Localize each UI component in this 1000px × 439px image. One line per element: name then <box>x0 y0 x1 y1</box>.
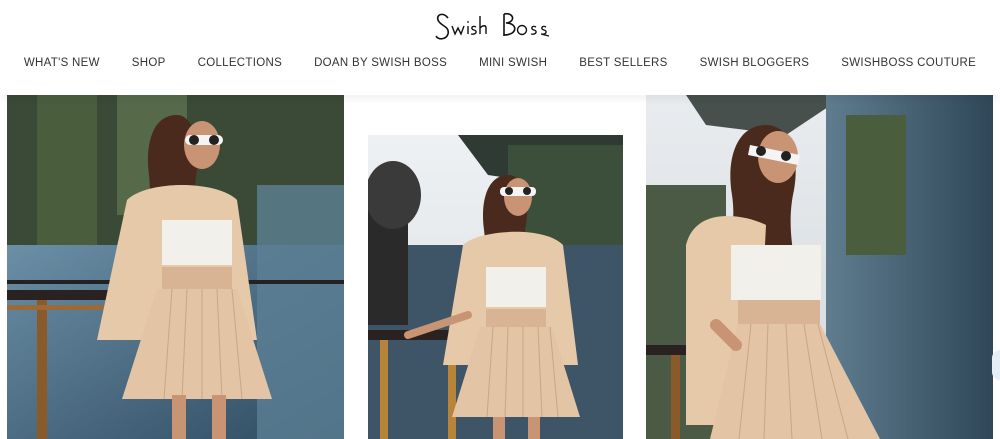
lookbook-gallery <box>0 95 1000 439</box>
brand-logo[interactable] <box>400 6 600 46</box>
site-header: WHAT'S NEW SHOP COLLECTIONS DOAN BY SWIS… <box>0 0 1000 95</box>
nav-item-best-sellers[interactable]: BEST SELLERS <box>579 54 667 72</box>
nav-item-shop[interactable]: SHOP <box>132 54 166 72</box>
brand-logo-script <box>435 12 550 40</box>
nav-item-swishboss-couture[interactable]: SWISHBOSS COUTURE <box>841 54 976 72</box>
carousel-next-handle[interactable] <box>992 350 1000 380</box>
nav-item-mini-swish[interactable]: MINI SWISH <box>479 54 547 72</box>
model-photo-1-image <box>7 95 344 439</box>
model-photo-2-image <box>368 135 623 439</box>
main-nav: WHAT'S NEW SHOP COLLECTIONS DOAN BY SWIS… <box>0 54 1000 72</box>
nav-item-swish-bloggers[interactable]: SWISH BLOGGERS <box>700 54 810 72</box>
model-photo-3[interactable] <box>646 95 993 439</box>
model-photo-2[interactable] <box>368 135 623 439</box>
model-photo-1[interactable] <box>7 95 344 439</box>
nav-item-whats-new[interactable]: WHAT'S NEW <box>24 54 100 72</box>
nav-item-collections[interactable]: COLLECTIONS <box>198 54 282 72</box>
model-photo-3-image <box>646 95 993 439</box>
nav-item-doan-by-swish-boss[interactable]: DOAN BY SWISH BOSS <box>314 54 447 72</box>
